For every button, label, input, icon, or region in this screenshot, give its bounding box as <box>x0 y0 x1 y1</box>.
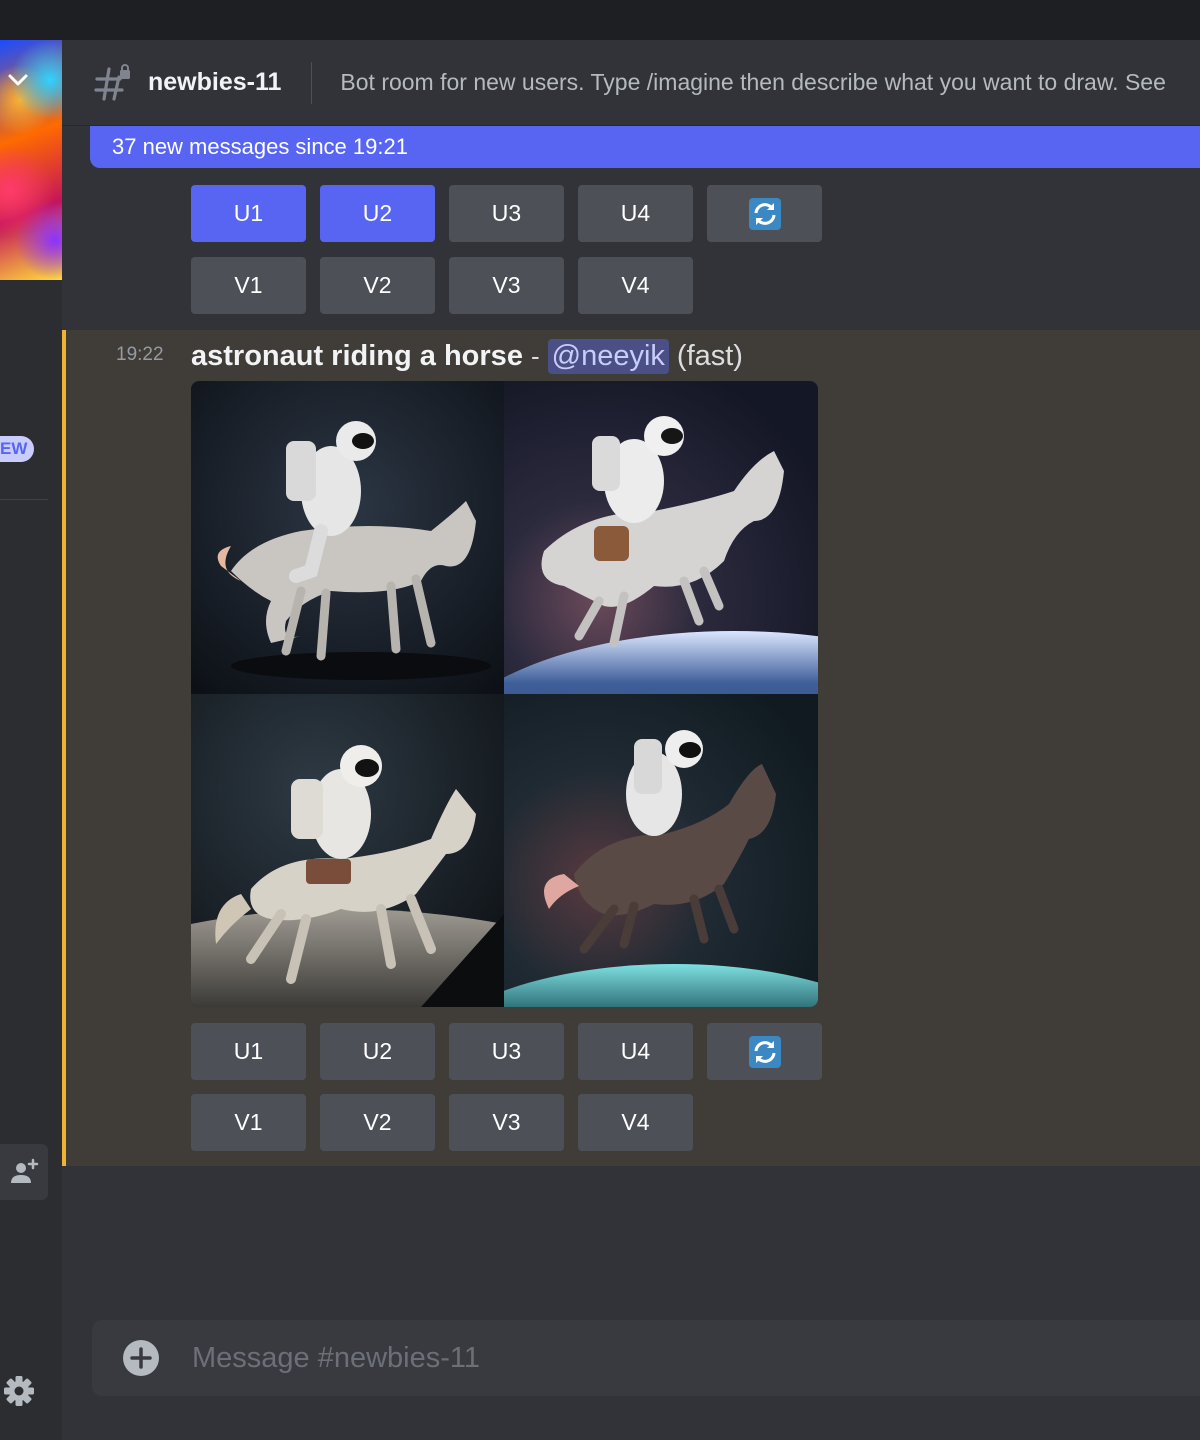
upscale-button-u1[interactable]: U1 <box>191 185 306 242</box>
variation-button-v1[interactable]: V1 <box>191 1094 306 1151</box>
gear-icon[interactable] <box>2 1374 36 1408</box>
user-mention[interactable]: @neeyik <box>547 338 669 374</box>
refresh-icon <box>748 197 781 230</box>
variation-button-v4[interactable]: V4 <box>578 1094 693 1151</box>
variation-button-v3[interactable]: V3 <box>449 257 564 314</box>
channel-header: newbies-11 Bot room for new users. Type … <box>62 40 1200 126</box>
upscale-button-u2[interactable]: U2 <box>320 1023 435 1080</box>
upscale-button-u4[interactable]: U4 <box>578 185 693 242</box>
image-tile-3[interactable] <box>191 694 504 1007</box>
astronaut-horse-image-1 <box>191 381 504 694</box>
image-tile-4[interactable] <box>504 694 818 1007</box>
message-composer <box>92 1320 1200 1396</box>
image-grid[interactable] <box>191 381 818 1007</box>
image-tile-2[interactable] <box>504 381 818 694</box>
variation-button-v2[interactable]: V2 <box>320 257 435 314</box>
upscale-button-u1[interactable]: U1 <box>191 1023 306 1080</box>
locked-hashtag-icon <box>94 63 130 101</box>
astronaut-horse-image-4 <box>504 694 818 1007</box>
generation-speed: (fast) <box>676 339 743 372</box>
message-separator: - <box>530 340 540 371</box>
astronaut-horse-image-3 <box>191 694 504 1007</box>
message-content: astronaut riding a horse - @neeyik (fast… <box>191 334 743 378</box>
upscale-button-u3[interactable]: U3 <box>449 185 564 242</box>
header-divider <box>311 61 313 104</box>
add-circle-icon[interactable] <box>122 1339 160 1377</box>
channel-sidebar: EW <box>0 40 62 1440</box>
message-highlighted: 19:22 astronaut riding a horse - @neeyik… <box>62 330 1200 1166</box>
variation-button-v3[interactable]: V3 <box>449 1094 564 1151</box>
add-member-button[interactable] <box>0 1144 48 1200</box>
server-banner[interactable] <box>0 40 62 280</box>
variation-button-v2[interactable]: V2 <box>320 1094 435 1151</box>
message-prompt: astronaut riding a horse <box>191 339 523 372</box>
astronaut-horse-image-2 <box>504 381 818 694</box>
channel-topic[interactable]: Bot room for new users. Type /imagine th… <box>340 69 1165 96</box>
new-messages-label: 37 new messages since 19:21 <box>112 134 408 159</box>
sidebar-divider <box>0 499 48 500</box>
channel-name: newbies-11 <box>148 68 282 96</box>
upscale-button-u4[interactable]: U4 <box>578 1023 693 1080</box>
window-top-strip <box>0 0 1200 40</box>
message-input[interactable] <box>192 1338 1092 1378</box>
variation-button-v1[interactable]: V1 <box>191 257 306 314</box>
add-member-icon <box>11 1158 39 1183</box>
new-messages-bar[interactable]: 37 new messages since 19:21 <box>90 126 1200 168</box>
message-timestamp: 19:22 <box>116 344 164 365</box>
image-tile-1[interactable] <box>191 381 504 694</box>
reroll-button[interactable] <box>707 1023 822 1080</box>
variation-button-v4[interactable]: V4 <box>578 257 693 314</box>
refresh-icon <box>748 1035 781 1068</box>
upscale-button-u2[interactable]: U2 <box>320 185 435 242</box>
new-badge: EW <box>0 436 34 462</box>
chevron-down-icon[interactable] <box>6 68 30 92</box>
reroll-button[interactable] <box>707 185 822 242</box>
upscale-button-u3[interactable]: U3 <box>449 1023 564 1080</box>
